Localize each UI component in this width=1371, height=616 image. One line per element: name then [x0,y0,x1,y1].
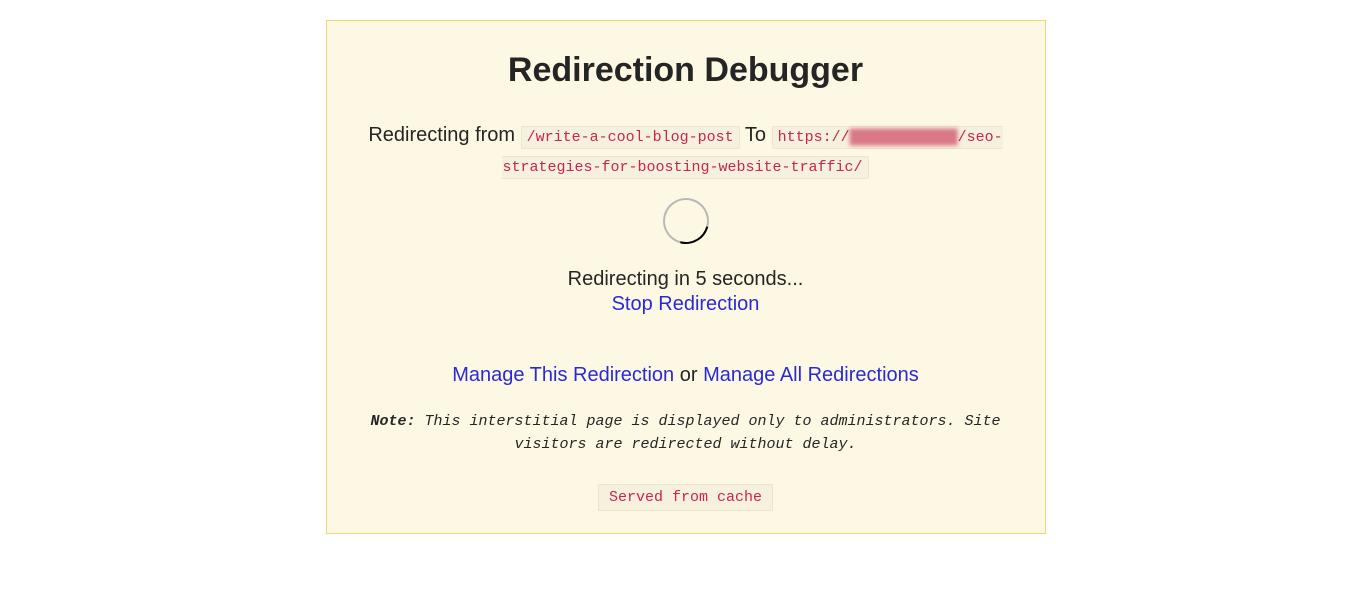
note-label: Note: [370,413,415,430]
countdown-text: Redirecting in 5 seconds... [342,268,1030,291]
redirect-from-url: /write-a-cool-blog-post [521,126,740,149]
redirect-info: Redirecting from /write-a-cool-blog-post… [342,120,1030,180]
redirect-to-label: To [745,124,766,146]
admin-note: Note: This interstitial page is displaye… [342,411,1030,456]
redirect-from-label: Redirecting from [368,124,515,146]
spinner-container [342,198,1030,244]
stop-redirection-link[interactable]: Stop Redirection [612,293,760,315]
page-title: Redirection Debugger [342,51,1030,90]
manage-all-redirections-link[interactable]: Manage All Redirections [703,364,919,386]
loading-spinner-icon [654,190,717,253]
manage-line: Manage This Redirection or Manage All Re… [342,364,1030,387]
cache-status-badge: Served from cache [598,484,773,511]
or-separator: or [674,364,703,386]
manage-this-redirection-link[interactable]: Manage This Redirection [452,364,674,386]
debugger-panel: Redirection Debugger Redirecting from /w… [326,20,1046,534]
note-text: This interstitial page is displayed only… [415,413,1000,453]
